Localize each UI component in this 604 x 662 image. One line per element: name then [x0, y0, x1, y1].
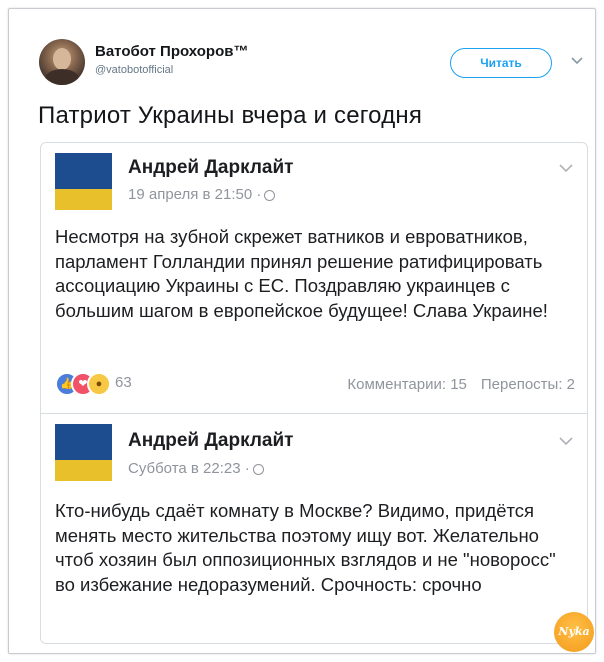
shares-count[interactable]: Перепосты: 2: [481, 376, 575, 393]
chevron-down-icon[interactable]: [559, 163, 573, 173]
fb-post-meta: Суббота в 22:23 ·: [128, 460, 264, 477]
follow-button[interactable]: Читать: [450, 48, 552, 78]
author-avatar-flag[interactable]: [55, 153, 112, 210]
fb-post-timestamp[interactable]: 19 апреля в 21:50 ·: [128, 186, 261, 203]
author-avatar-flag[interactable]: [55, 424, 112, 481]
chevron-down-icon[interactable]: [570, 53, 584, 67]
post-stats: Комментарии: 15 Перепосты: 2: [293, 376, 575, 393]
author-avatar[interactable]: [39, 39, 85, 85]
fb-post-meta: 19 апреля в 21:50 ·: [128, 186, 276, 203]
wow-icon: ●: [87, 372, 111, 396]
tweet-author-handle[interactable]: @vatobotofficial: [95, 64, 173, 76]
globe-icon: [264, 189, 276, 201]
fb-post-text: Несмотря на зубной скрежет ватников и ев…: [55, 226, 548, 321]
fb-post: Андрей Дарклайт 19 апреля в 21:50 · Несм…: [41, 143, 587, 413]
screenshot-frame: Ватобот Прохоров™ @vatobotofficial Читат…: [8, 8, 596, 654]
tweet-author-name[interactable]: Ватобот Прохоров™: [95, 43, 248, 60]
fb-post-text: Кто-нибудь сдаёт комнату в Москве? Видим…: [55, 500, 556, 595]
tweet-text: Патриот Украины вчера и сегодня: [38, 102, 423, 129]
fb-post-timestamp[interactable]: Суббота в 22:23 ·: [128, 460, 250, 477]
fb-author-name[interactable]: Андрей Дарклайт: [128, 157, 293, 179]
chevron-down-icon[interactable]: [559, 436, 573, 446]
comments-count[interactable]: Комментарии: 15: [347, 376, 467, 393]
reaction-count: 63: [115, 374, 132, 391]
fb-post: Андрей Дарклайт Суббота в 22:23 · Кто-ни…: [41, 414, 587, 643]
fb-author-name[interactable]: Андрей Дарклайт: [128, 430, 293, 452]
quoted-screenshot: Андрей Дарклайт 19 апреля в 21:50 · Несм…: [40, 142, 588, 644]
watermark-logo: Nyka: [554, 612, 594, 652]
globe-icon: [252, 463, 264, 475]
